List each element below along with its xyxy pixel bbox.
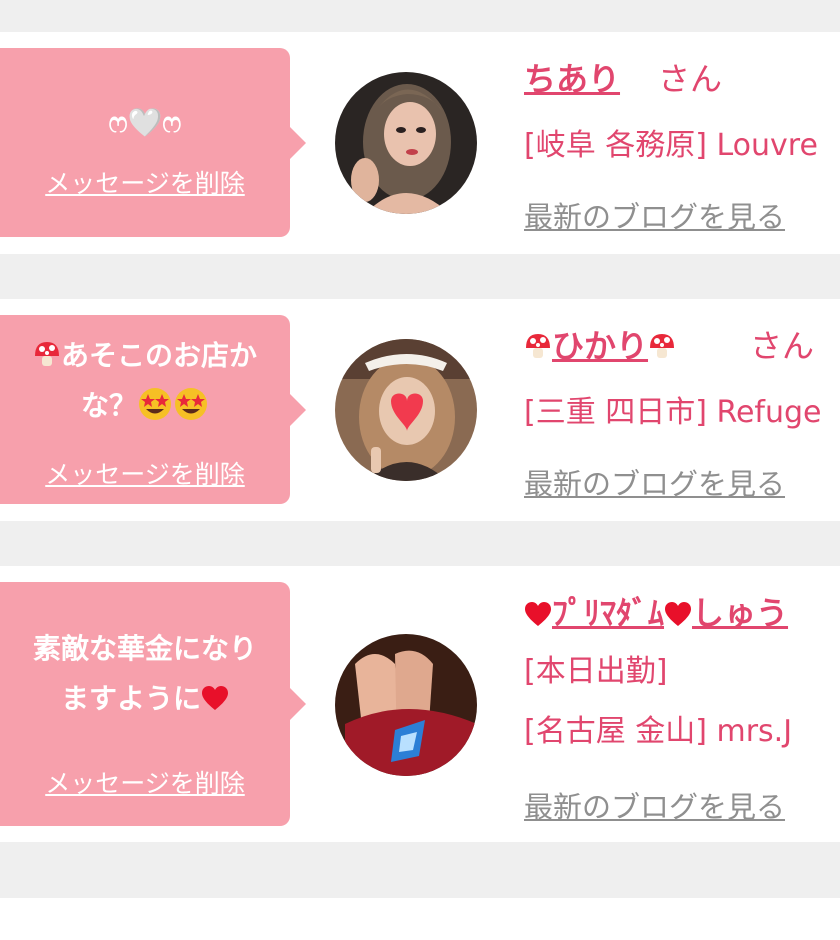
message-text: ෆ🤍ෆ <box>0 98 290 148</box>
message-text-line: ෆ🤍ෆ <box>108 106 182 139</box>
status-info: [本日出勤] <box>524 654 668 689</box>
honorific: さん <box>750 327 815 365</box>
shop-info: [三重 四日市] Refuge <box>524 395 822 430</box>
star-struck-icon <box>175 388 207 420</box>
message-text-line: ますように <box>60 682 201 715</box>
shop-info: [名古屋 金山] mrs.J <box>524 714 793 749</box>
shop-info: [岐阜 各務原] Louvre <box>524 128 818 163</box>
latest-blog-link[interactable]: 最新のブログを見る <box>524 784 785 826</box>
message-card: あそこのお店か な？ メッセージを削除 ひかり さん [三重 四日市] Refu… <box>0 299 840 521</box>
message-text-line: あそこのお店か <box>60 339 257 372</box>
delete-message-link[interactable]: メッセージを削除 <box>0 764 290 800</box>
latest-blog-link[interactable]: 最新のブログを見る <box>524 194 785 236</box>
sender-name[interactable]: ひかり <box>524 321 676 367</box>
message-bubble: 素敵な華金になり ますように メッセージを削除 <box>0 582 306 826</box>
message-text: 素敵な華金になり ますように <box>0 624 290 724</box>
star-struck-icon <box>139 388 171 420</box>
mushroom-icon <box>650 334 675 358</box>
message-bubble: ෆ🤍ෆ メッセージを削除 <box>0 48 306 237</box>
red-heart-icon <box>202 686 228 710</box>
avatar[interactable] <box>335 634 477 776</box>
message-card: ෆ🤍ෆ メッセージを削除 ちあり さん [岐阜 各務原] Louvre 最新のブ… <box>0 32 840 254</box>
red-heart-icon <box>665 602 692 626</box>
mushroom-icon <box>34 342 59 366</box>
honorific: さん <box>658 60 723 98</box>
delete-message-link[interactable]: メッセージを削除 <box>0 164 290 200</box>
mushroom-icon <box>526 334 550 358</box>
delete-message-link[interactable]: メッセージを削除 <box>0 455 290 491</box>
message-text-line: 素敵な華金になり <box>32 632 257 665</box>
latest-blog-link[interactable]: 最新のブログを見る <box>524 461 785 503</box>
message-text: あそこのお店か な？ <box>0 331 290 431</box>
message-text-line: な？ <box>80 389 137 422</box>
message-card: 素敵な華金になり ますように メッセージを削除 ﾌﾟﾘﾏﾀﾞﾑ しゅう [本日出… <box>0 566 840 842</box>
message-bubble: あそこのお店か な？ メッセージを削除 <box>0 315 306 504</box>
avatar[interactable] <box>335 72 477 214</box>
avatar[interactable] <box>335 339 477 481</box>
sender-name[interactable]: ちあり <box>524 54 620 100</box>
bottom-bar <box>0 898 840 940</box>
sender-name[interactable]: ﾌﾟﾘﾏﾀﾞﾑ しゅう <box>524 588 788 634</box>
red-heart-icon <box>525 602 551 626</box>
